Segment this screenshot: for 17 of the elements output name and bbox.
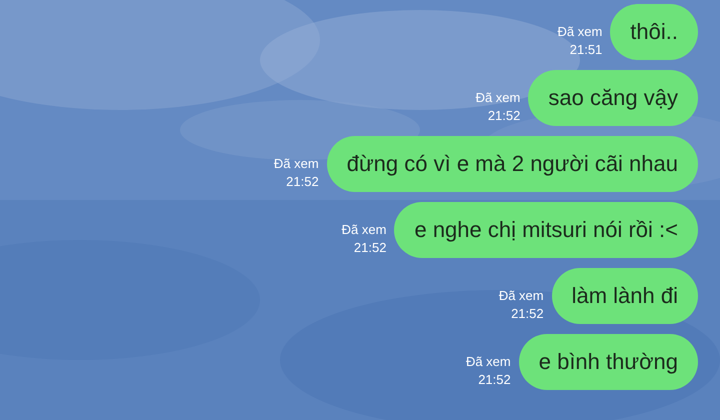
message-bubble: e bình thường	[518, 334, 698, 390]
message-bubble: e nghe chị mitsuri nói rồi :<	[394, 202, 698, 258]
message-bubble: làm lành đi	[552, 268, 698, 324]
read-status: Đã xem	[466, 353, 511, 371]
message-time: 21:51	[570, 41, 602, 59]
message-time: 21:52	[354, 239, 386, 257]
read-status: Đã xem	[274, 155, 319, 173]
read-status: Đã xem	[342, 221, 386, 239]
message-time: 21:52	[488, 107, 520, 125]
read-status: Đã xem	[498, 287, 544, 305]
message-time: 21:52	[511, 305, 544, 323]
message-bubble: đừng có vì e mà 2 người cãi nhau	[326, 136, 698, 192]
message-time: 21:52	[286, 173, 319, 191]
message-time: 21:52	[478, 371, 511, 389]
read-status: Đã xem	[558, 23, 602, 41]
message-bubble: sao căng vậy	[528, 70, 698, 126]
read-status: Đã xem	[476, 89, 520, 107]
